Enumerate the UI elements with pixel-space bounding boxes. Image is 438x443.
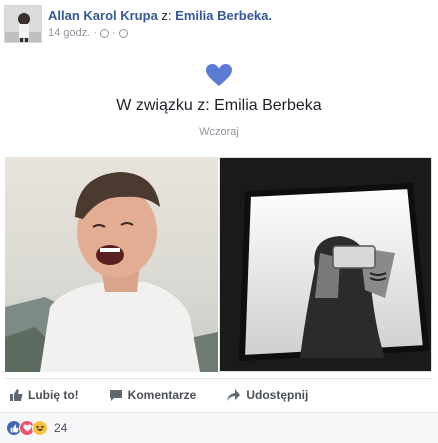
separator-dot: ·: [93, 27, 97, 39]
thumbs-up-icon: [10, 389, 23, 401]
comment-button[interactable]: Komentarze: [103, 384, 203, 406]
author-line: Allan Karol Krupa z: Emilia Berbeka.: [48, 8, 272, 23]
comment-icon: [109, 390, 122, 401]
share-arrow-icon: [227, 389, 241, 401]
reaction-icons[interactable]: [6, 420, 48, 436]
photo-left[interactable]: [5, 157, 218, 372]
relationship-title: W związku z: Emilia Berbeka: [116, 97, 322, 114]
avatar[interactable]: [4, 5, 42, 43]
comment-label: Komentarze: [127, 388, 197, 402]
reactions-bar: 24: [0, 412, 438, 443]
feed-post: Allan Karol Krupa z: Emilia Berbeka. 14 …: [0, 0, 438, 443]
tagged-person-link[interactable]: Emilia Berbeka.: [175, 8, 272, 23]
like-label: Lubię to!: [28, 388, 79, 402]
post-header: Allan Karol Krupa z: Emilia Berbeka. 14 …: [4, 3, 434, 45]
heart-icon: [205, 63, 233, 87]
haha-icon: [32, 420, 48, 436]
relationship-date[interactable]: Wczoraj: [0, 126, 438, 138]
like-button[interactable]: Lubię to!: [3, 384, 85, 406]
tag-prefix: z:: [161, 8, 172, 23]
post-actions: Lubię to! Komentarze Udostępnij: [5, 378, 433, 411]
post-time-link[interactable]: 14 godz.: [48, 27, 90, 39]
author-name-link[interactable]: Allan Karol Krupa: [48, 8, 158, 23]
share-button[interactable]: Udostępnij: [220, 384, 314, 406]
audience-globe-icon[interactable]: [118, 28, 128, 38]
share-label: Udostępnij: [246, 388, 309, 402]
avatar-photo: [5, 6, 41, 42]
separator-dot: ·: [111, 27, 116, 39]
edit-history-icon[interactable]: [99, 28, 109, 38]
photo-right[interactable]: [219, 157, 432, 372]
post-meta: 14 godz. · ·: [48, 27, 128, 39]
reaction-count[interactable]: 24: [54, 421, 67, 435]
